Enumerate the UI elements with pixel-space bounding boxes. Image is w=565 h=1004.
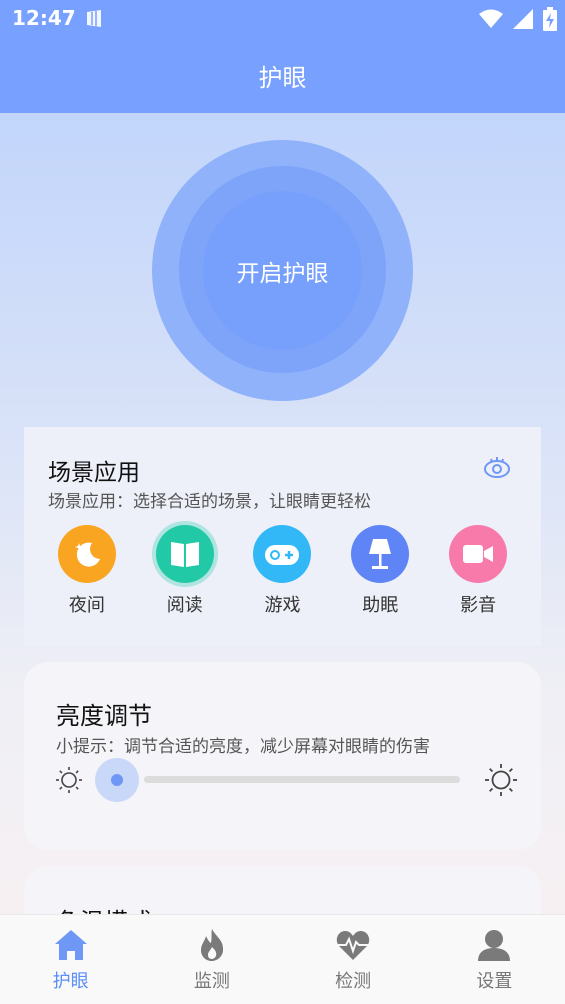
- sun-low-icon: [56, 767, 82, 793]
- nav-item-monitor[interactable]: 监测: [162, 927, 262, 993]
- user-icon: [478, 929, 511, 961]
- moon-icon: [57, 525, 116, 583]
- scene-item-night[interactable]: 夜间: [47, 525, 127, 617]
- scene-label-video: 影音: [460, 595, 497, 616]
- brightness-title: 亮度调节: [56, 702, 152, 730]
- status-bar: 12:47: [0, 0, 565, 38]
- scene-items: 夜间 阅读 游戏 助眠 影音: [24, 525, 541, 617]
- video-icon: [449, 525, 508, 583]
- scene-subtitle: 场景应用：选择合适的场景，让眼睛更轻松: [48, 492, 371, 512]
- battery-icon: [543, 7, 557, 31]
- scene-label-reading: 阅读: [166, 595, 203, 616]
- nav-label-eye-care: 护眼: [52, 970, 89, 992]
- nav-item-settings[interactable]: 设置: [444, 927, 544, 993]
- page-title: 护眼: [258, 64, 307, 92]
- enable-eye-protection-label: 开启护眼: [236, 260, 329, 287]
- enable-eye-protection-button[interactable]: 开启护眼: [203, 191, 362, 350]
- brightness-tip: 小提示：调节合适的亮度，减少屏幕对眼睛的伤害: [56, 737, 430, 757]
- scene-item-game[interactable]: 游戏: [242, 525, 322, 617]
- scene-label-night: 夜间: [68, 595, 105, 616]
- scene-card: 场景应用 场景应用：选择合适的场景，让眼睛更轻松 夜间 阅读 游戏 助眠 影音: [24, 427, 541, 646]
- bottom-nav: 护眼 监测 检测 设置: [0, 914, 565, 1004]
- wifi-icon: [479, 9, 503, 28]
- signal-icon: [513, 9, 533, 29]
- nav-label-detect: 检测: [335, 970, 372, 992]
- gamepad-icon: [253, 525, 312, 583]
- scene-item-reading[interactable]: 阅读: [145, 525, 225, 617]
- app-bar: 护眼: [0, 38, 565, 113]
- nav-item-eye-care[interactable]: 护眼: [21, 927, 121, 993]
- scene-label-sleep: 助眠: [362, 595, 399, 616]
- brightness-slider-track[interactable]: [144, 776, 460, 783]
- book-icon: [155, 525, 214, 583]
- fire-icon: [200, 928, 223, 961]
- nav-label-settings: 设置: [476, 970, 513, 992]
- brightness-card: 亮度调节 小提示：调节合适的亮度，减少屏幕对眼睛的伤害: [24, 662, 541, 850]
- nav-label-monitor: 监测: [193, 970, 230, 992]
- status-time: 12:47: [12, 6, 76, 30]
- nav-item-detect[interactable]: 检测: [303, 927, 403, 993]
- heart-pulse-icon: [336, 930, 370, 960]
- eye-icon[interactable]: [483, 453, 511, 481]
- scene-item-sleep[interactable]: 助眠: [340, 525, 420, 617]
- brightness-slider-thumb-dot: [111, 774, 123, 786]
- scene-item-video[interactable]: 影音: [438, 525, 518, 617]
- scene-title: 场景应用: [48, 460, 140, 486]
- lamp-icon: [351, 525, 410, 583]
- sun-high-icon: [485, 764, 517, 796]
- sim-card-icon: [87, 10, 101, 27]
- home-icon: [54, 929, 87, 960]
- scene-label-game: 游戏: [264, 595, 301, 616]
